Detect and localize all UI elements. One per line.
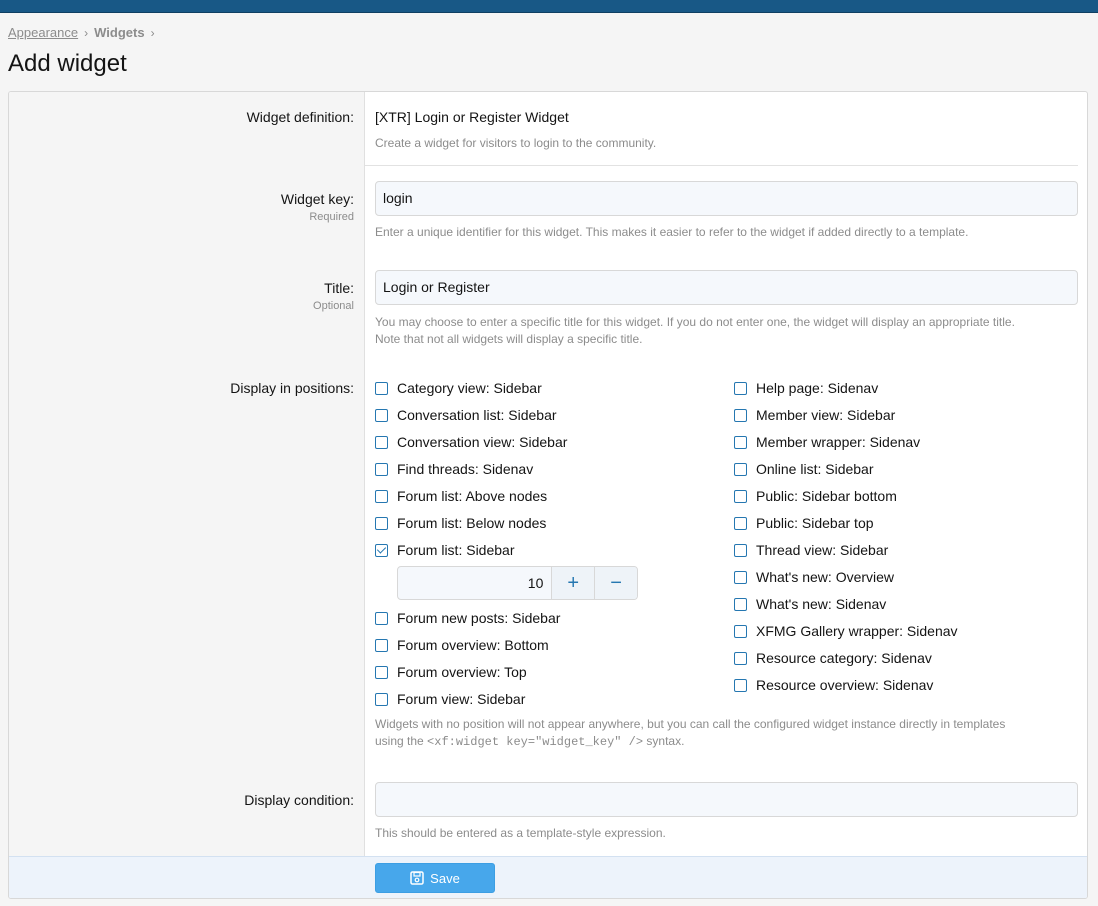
checkbox[interactable]: [734, 678, 747, 692]
widget-key-label: Widget key: Required: [280, 191, 354, 223]
position-conversation-view-sidebar[interactable]: Conversation view: Sidebar: [375, 432, 567, 452]
widget-form: Widget definition: [XTR] Login or Regist…: [8, 91, 1088, 899]
position-forum-overview-bottom[interactable]: Forum overview: Bottom: [375, 635, 549, 655]
position-find-threads-sidenav[interactable]: Find threads: Sidenav: [375, 459, 533, 479]
position-conversation-list-sidebar[interactable]: Conversation list: Sidebar: [375, 405, 557, 425]
chevron-right-icon: ›: [84, 25, 89, 40]
widget-key-input[interactable]: login: [375, 181, 1078, 216]
checkbox[interactable]: [375, 516, 388, 530]
position-public-sidebar-top[interactable]: Public: Sidebar top: [734, 513, 874, 533]
checkbox[interactable]: [375, 435, 388, 449]
chevron-right-icon: ›: [150, 25, 155, 40]
checkbox[interactable]: [375, 462, 388, 476]
display-order-stepper: 10 + −: [397, 566, 638, 600]
breadcrumb: Appearance › Widgets ›: [8, 25, 161, 40]
position-forum-view-sidebar[interactable]: Forum view: Sidebar: [375, 689, 525, 709]
checkbox[interactable]: [734, 570, 747, 584]
definition-explain: Create a widget for visitors to login to…: [375, 136, 657, 150]
checkbox[interactable]: [375, 381, 388, 395]
checkbox[interactable]: [734, 381, 747, 395]
condition-explain: This should be entered as a template-sty…: [375, 826, 666, 840]
position-online-list-sidebar[interactable]: Online list: Sidebar: [734, 459, 874, 479]
position-whats-new-sidenav[interactable]: What's new: Sidenav: [734, 594, 886, 614]
position-help-page-sidenav[interactable]: Help page: Sidenav: [734, 378, 878, 398]
position-member-view-sidebar[interactable]: Member view: Sidebar: [734, 405, 895, 425]
position-xfmg-gallery-wrapper-sidenav[interactable]: XFMG Gallery wrapper: Sidenav: [734, 621, 958, 641]
page-title: Add widget: [8, 50, 127, 77]
title-input[interactable]: Login or Register: [375, 270, 1078, 305]
checkbox[interactable]: [734, 543, 747, 557]
checkbox[interactable]: [375, 408, 388, 422]
save-icon: [410, 871, 424, 885]
checkbox[interactable]: [734, 408, 747, 422]
increment-button[interactable]: +: [551, 567, 595, 599]
optional-hint: Optional: [313, 300, 354, 312]
display-condition-input[interactable]: [375, 782, 1078, 817]
checkbox[interactable]: [734, 462, 747, 476]
checkbox[interactable]: [375, 692, 388, 706]
form-footer: Save: [9, 856, 1087, 898]
position-forum-list-below-nodes[interactable]: Forum list: Below nodes: [375, 513, 546, 533]
position-member-wrapper-sidenav[interactable]: Member wrapper: Sidenav: [734, 432, 920, 452]
save-button[interactable]: Save: [375, 863, 495, 893]
positions-explain: Widgets with no position will not appear…: [375, 717, 1006, 749]
position-whats-new-overview[interactable]: What's new: Overview: [734, 567, 894, 587]
position-forum-new-posts-sidebar[interactable]: Forum new posts: Sidebar: [375, 608, 560, 628]
position-thread-view-sidebar[interactable]: Thread view: Sidebar: [734, 540, 888, 560]
checkbox[interactable]: [734, 489, 747, 503]
top-navigation-bar: [0, 0, 1098, 13]
position-forum-list-above-nodes[interactable]: Forum list: Above nodes: [375, 486, 547, 506]
title-label: Title: Optional: [313, 280, 354, 312]
display-order-input[interactable]: 10: [398, 567, 551, 599]
position-public-sidebar-bottom[interactable]: Public: Sidebar bottom: [734, 486, 897, 506]
position-category-view-sidebar[interactable]: Category view: Sidebar: [375, 378, 542, 398]
divider: [365, 165, 1078, 166]
title-explain: You may choose to enter a specific title…: [375, 315, 1015, 346]
widget-key-explain: Enter a unique identifier for this widge…: [375, 225, 969, 239]
checkbox[interactable]: [734, 651, 747, 665]
required-hint: Required: [309, 211, 354, 223]
checkbox[interactable]: [734, 624, 747, 638]
positions-label: Display in positions:: [230, 380, 354, 396]
definition-label: Widget definition:: [246, 109, 354, 125]
checkbox[interactable]: [375, 665, 388, 679]
condition-label: Display condition:: [244, 792, 354, 808]
breadcrumb-widgets[interactable]: Widgets: [94, 25, 144, 40]
breadcrumb-appearance[interactable]: Appearance: [8, 25, 78, 40]
decrement-button[interactable]: −: [594, 567, 637, 599]
checkbox[interactable]: [734, 597, 747, 611]
position-forum-list-sidebar[interactable]: Forum list: Sidebar: [375, 540, 514, 560]
position-forum-overview-top[interactable]: Forum overview: Top: [375, 662, 527, 682]
checkbox[interactable]: [734, 516, 747, 530]
widget-syntax-code: <xf:widget key="widget_key" />: [427, 735, 644, 749]
checkbox[interactable]: [734, 435, 747, 449]
position-resource-overview-sidenav[interactable]: Resource overview: Sidenav: [734, 675, 933, 695]
definition-value: [XTR] Login or Register Widget: [375, 109, 569, 125]
checkbox[interactable]: [375, 638, 388, 652]
checkbox-checked[interactable]: [375, 543, 388, 557]
position-resource-category-sidenav[interactable]: Resource category: Sidenav: [734, 648, 932, 668]
checkbox[interactable]: [375, 489, 388, 503]
checkbox[interactable]: [375, 611, 388, 625]
